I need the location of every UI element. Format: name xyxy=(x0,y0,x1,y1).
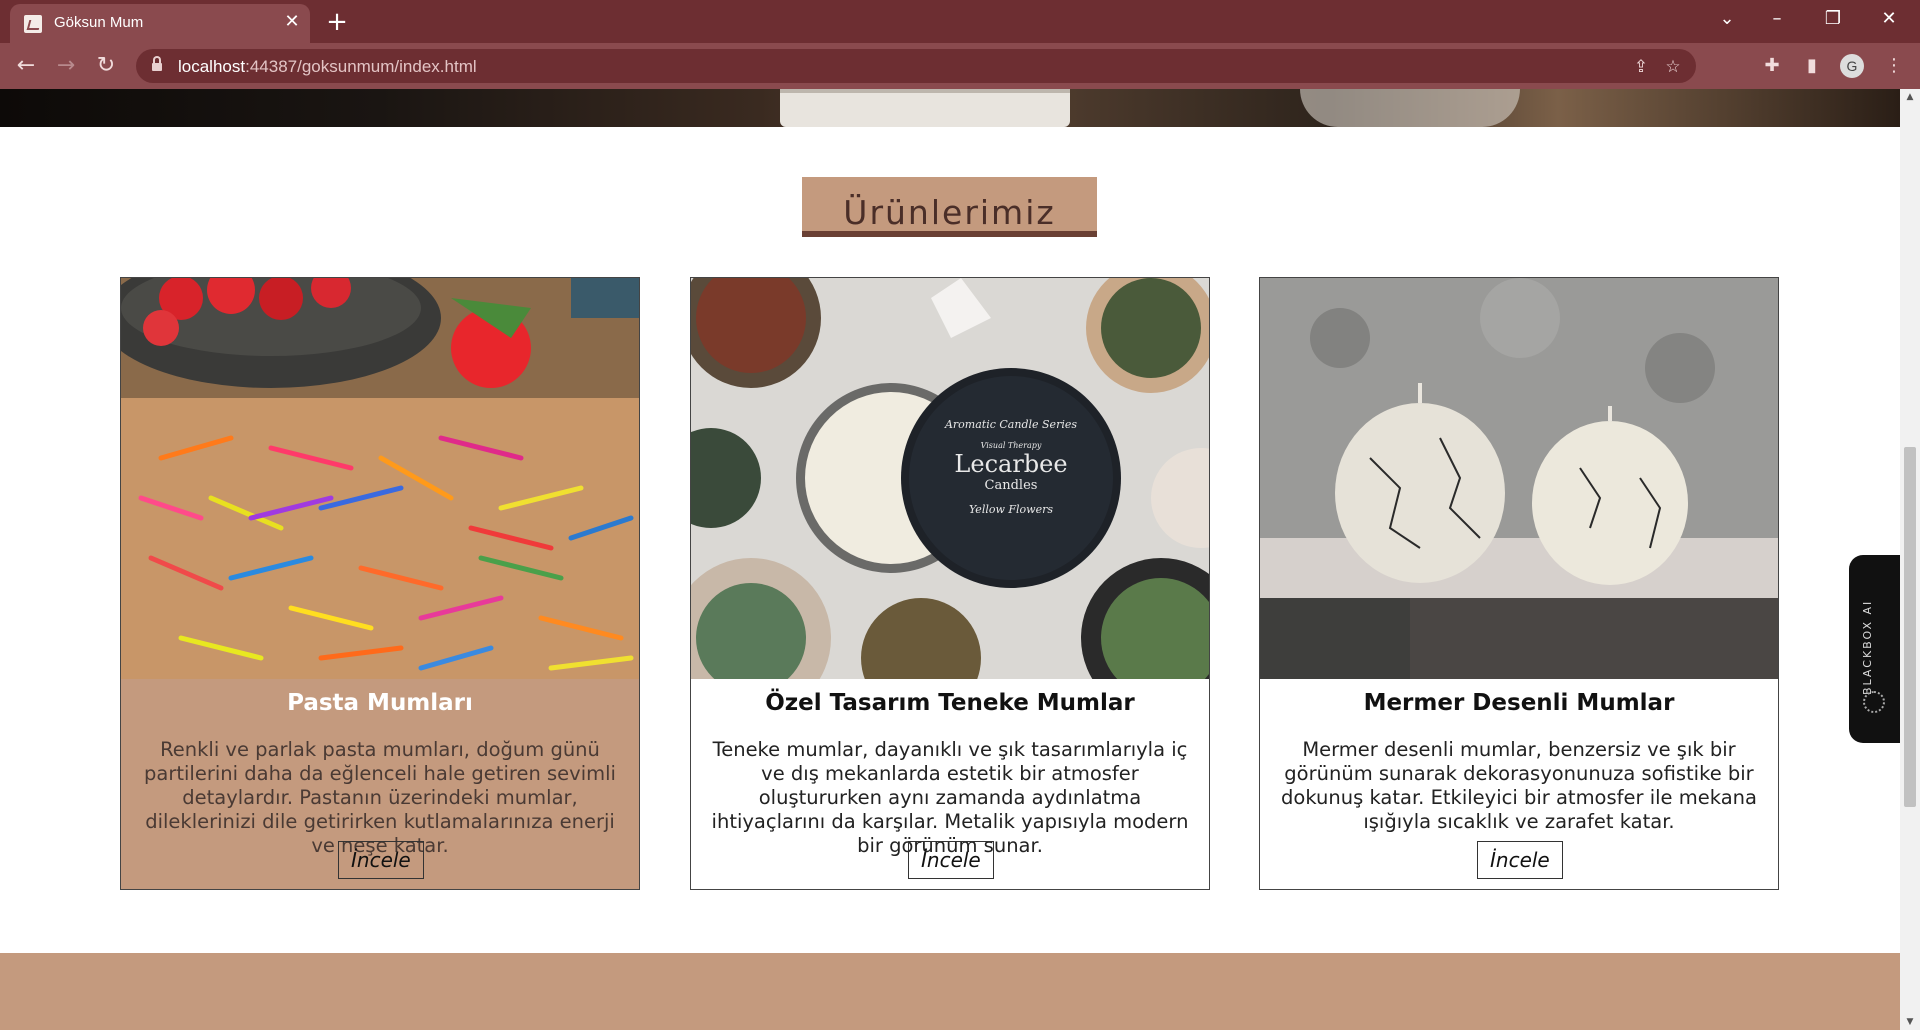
extensions-puzzle-icon[interactable]: ✚ xyxy=(1758,52,1786,80)
product-details-button[interactable]: İncele xyxy=(338,841,424,879)
widget-label: BLACKBOX AI xyxy=(1861,599,1874,695)
lock-icon[interactable] xyxy=(152,56,162,72)
close-window-icon[interactable]: ✕ xyxy=(1862,0,1916,38)
footer-band xyxy=(0,953,1900,1030)
product-description: Renkli ve parlak pasta mumları, doğum gü… xyxy=(144,738,616,857)
scrollbar-thumb[interactable] xyxy=(1904,447,1916,807)
browser-tab-strip: Göksun Mum ✕ + ⌄ – ❐ ✕ xyxy=(0,0,1920,43)
url-text[interactable]: localhost:44387/goksunmum/index.html xyxy=(178,57,477,77)
browser-tab[interactable]: Göksun Mum ✕ xyxy=(10,4,310,43)
bookmark-star-icon[interactable]: ☆ xyxy=(1662,56,1684,78)
close-tab-icon[interactable]: ✕ xyxy=(280,10,304,34)
product-image-birthday-candles xyxy=(121,278,639,679)
blackbox-logo-icon xyxy=(1863,691,1885,713)
product-card[interactable]: Mermer Desenli Mumlar Mermer desenli mum… xyxy=(1259,277,1779,890)
minimize-icon[interactable]: – xyxy=(1750,0,1804,38)
product-title: Pasta Mumları xyxy=(287,690,473,716)
profile-avatar[interactable]: G xyxy=(1840,54,1864,78)
tab-search-chevron-icon[interactable]: ⌄ xyxy=(1700,0,1754,38)
forward-icon[interactable]: → xyxy=(52,52,80,80)
tin-label: Aromatic Candle Series Visual Therapy Le… xyxy=(944,418,1077,516)
back-icon[interactable]: ← xyxy=(12,52,40,80)
share-icon[interactable]: ⇪ xyxy=(1630,56,1652,78)
site-favicon-icon xyxy=(24,15,42,33)
new-tab-icon[interactable]: + xyxy=(322,8,352,38)
product-description: Teneke mumlar, dayanıklı ve şık tasarıml… xyxy=(711,738,1189,857)
blackbox-ai-widget[interactable]: BLACKBOX AI xyxy=(1849,555,1900,743)
hero-image-bottom xyxy=(0,89,1900,127)
tab-title: Göksun Mum xyxy=(54,14,144,31)
product-image-tin-candle: Aromatic Candle Series Visual Therapy Le… xyxy=(691,278,1209,679)
address-bar[interactable]: localhost:44387/goksunmum/index.html ⇪ ☆ xyxy=(136,49,1696,83)
side-panel-icon[interactable]: ▮ xyxy=(1798,52,1826,80)
page-viewport: Ürünlerimiz Pasta Mumları Renkli ve parl… xyxy=(0,89,1900,1030)
section-heading-text: Ürünlerimiz xyxy=(843,193,1056,232)
page-scrollbar[interactable]: ▲ ▼ xyxy=(1900,89,1920,1030)
product-title: Özel Tasarım Teneke Mumlar xyxy=(765,690,1135,716)
product-card[interactable]: Pasta Mumları Renkli ve parlak pasta mum… xyxy=(120,277,640,890)
reload-icon[interactable]: ↻ xyxy=(92,52,120,80)
hero-candle-shape xyxy=(780,89,1070,127)
menu-kebab-icon[interactable]: ⋮ xyxy=(1880,52,1908,80)
scroll-up-icon[interactable]: ▲ xyxy=(1900,89,1920,105)
product-image-marble-candles xyxy=(1260,278,1778,679)
product-details-button[interactable]: İncele xyxy=(908,841,994,879)
section-heading: Ürünlerimiz xyxy=(802,177,1097,237)
scroll-down-icon[interactable]: ▼ xyxy=(1900,1014,1920,1030)
product-details-button[interactable]: İncele xyxy=(1477,841,1563,879)
product-title: Mermer Desenli Mumlar xyxy=(1363,690,1675,716)
product-card[interactable]: Aromatic Candle Series Visual Therapy Le… xyxy=(690,277,1210,890)
restore-icon[interactable]: ❐ xyxy=(1806,0,1860,38)
product-description: Mermer desenli mumlar, benzersiz ve şık … xyxy=(1281,738,1757,833)
browser-toolbar: ← → ↻ localhost:44387/goksunmum/index.ht… xyxy=(0,43,1920,89)
